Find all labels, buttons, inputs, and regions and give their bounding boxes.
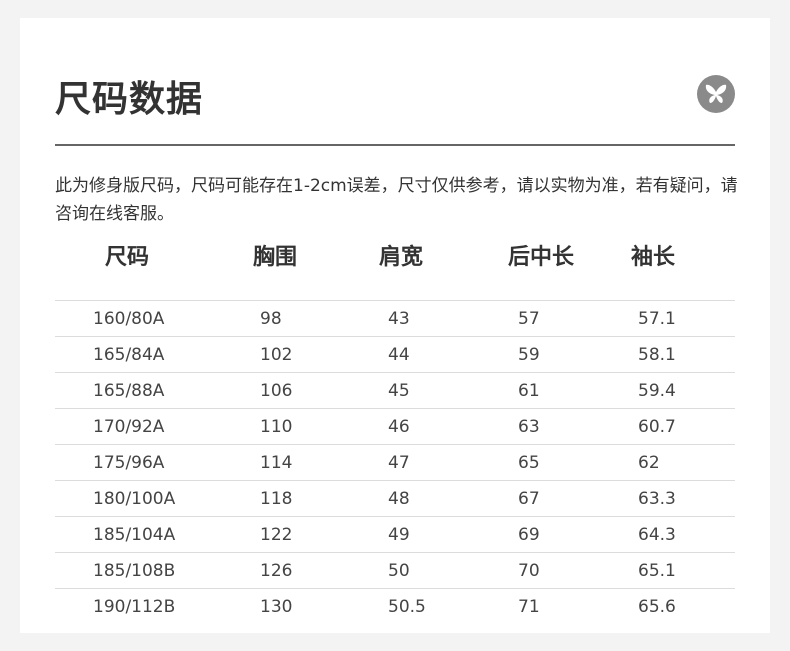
- cell-sleeve: 57.1: [638, 309, 676, 329]
- cell-chest: 114: [260, 453, 293, 473]
- size-chart-card: 尺码数据 此为修身版尺码，尺码可能存在1-2cm误差，尺寸仅供参考，请以实物为准…: [20, 18, 770, 633]
- cell-shoulder: 47: [388, 453, 410, 473]
- cell-back-length: 67: [518, 489, 540, 509]
- cell-shoulder: 46: [388, 417, 410, 437]
- table-row: 190/112B 130 50.5 71 65.6: [55, 588, 735, 624]
- cell-back-length: 59: [518, 345, 540, 365]
- cell-sleeve: 64.3: [638, 525, 676, 545]
- page-title: 尺码数据: [55, 79, 204, 120]
- cell-size: 165/88A: [93, 381, 165, 401]
- cell-back-length: 57: [518, 309, 540, 329]
- table-header: 尺码 胸围 肩宽 后中长 袖长: [55, 240, 735, 300]
- table-row: 180/100A 118 48 67 63.3: [55, 480, 735, 516]
- cell-chest: 110: [260, 417, 293, 437]
- cell-shoulder: 50: [388, 561, 410, 581]
- cell-chest: 118: [260, 489, 293, 509]
- cell-chest: 102: [260, 345, 293, 365]
- header-back-length: 后中长: [508, 245, 575, 270]
- cell-back-length: 63: [518, 417, 540, 437]
- cell-sleeve: 62: [638, 453, 660, 473]
- cell-sleeve: 60.7: [638, 417, 676, 437]
- cell-back-length: 70: [518, 561, 540, 581]
- cell-shoulder: 43: [388, 309, 410, 329]
- cell-shoulder: 50.5: [388, 597, 426, 617]
- header-shoulder: 肩宽: [379, 245, 424, 270]
- table-row: 175/96A 114 47 65 62: [55, 444, 735, 480]
- cell-size: 165/84A: [93, 345, 165, 365]
- cell-chest: 130: [260, 597, 293, 617]
- cell-size: 175/96A: [93, 453, 165, 473]
- header-chest: 胸围: [253, 245, 298, 270]
- table-row: 160/80A 98 43 57 57.1: [55, 300, 735, 336]
- cell-chest: 98: [260, 309, 282, 329]
- cell-sleeve: 65.6: [638, 597, 676, 617]
- title-divider: [55, 144, 735, 146]
- header-size: 尺码: [105, 245, 150, 270]
- cell-back-length: 69: [518, 525, 540, 545]
- cell-back-length: 65: [518, 453, 540, 473]
- cell-shoulder: 49: [388, 525, 410, 545]
- table-row: 165/84A 102 44 59 58.1: [55, 336, 735, 372]
- table-row: 185/108B 126 50 70 65.1: [55, 552, 735, 588]
- cell-chest: 106: [260, 381, 293, 401]
- cell-size: 160/80A: [93, 309, 165, 329]
- cell-sleeve: 63.3: [638, 489, 676, 509]
- cell-chest: 122: [260, 525, 293, 545]
- cell-size: 185/104A: [93, 525, 176, 545]
- cell-back-length: 71: [518, 597, 540, 617]
- size-table: 尺码 胸围 肩宽 后中长 袖长 160/80A 98 43 57 57.1 16…: [55, 240, 735, 624]
- cell-sleeve: 65.1: [638, 561, 676, 581]
- cell-shoulder: 45: [388, 381, 410, 401]
- cell-size: 185/108B: [93, 561, 176, 581]
- cell-shoulder: 48: [388, 489, 410, 509]
- butterfly-icon: [697, 75, 735, 113]
- table-row: 185/104A 122 49 69 64.3: [55, 516, 735, 552]
- cell-shoulder: 44: [388, 345, 410, 365]
- header-sleeve: 袖长: [631, 245, 676, 270]
- cell-size: 190/112B: [93, 597, 176, 617]
- cell-sleeve: 58.1: [638, 345, 676, 365]
- cell-back-length: 61: [518, 381, 540, 401]
- cell-sleeve: 59.4: [638, 381, 676, 401]
- table-row: 170/92A 110 46 63 60.7: [55, 408, 735, 444]
- cell-size: 170/92A: [93, 417, 165, 437]
- table-row: 165/88A 106 45 61 59.4: [55, 372, 735, 408]
- cell-chest: 126: [260, 561, 293, 581]
- cell-size: 180/100A: [93, 489, 176, 509]
- size-note: 此为修身版尺码，尺码可能存在1-2cm误差，尺寸仅供参考，请以实物为准，若有疑问…: [55, 176, 738, 224]
